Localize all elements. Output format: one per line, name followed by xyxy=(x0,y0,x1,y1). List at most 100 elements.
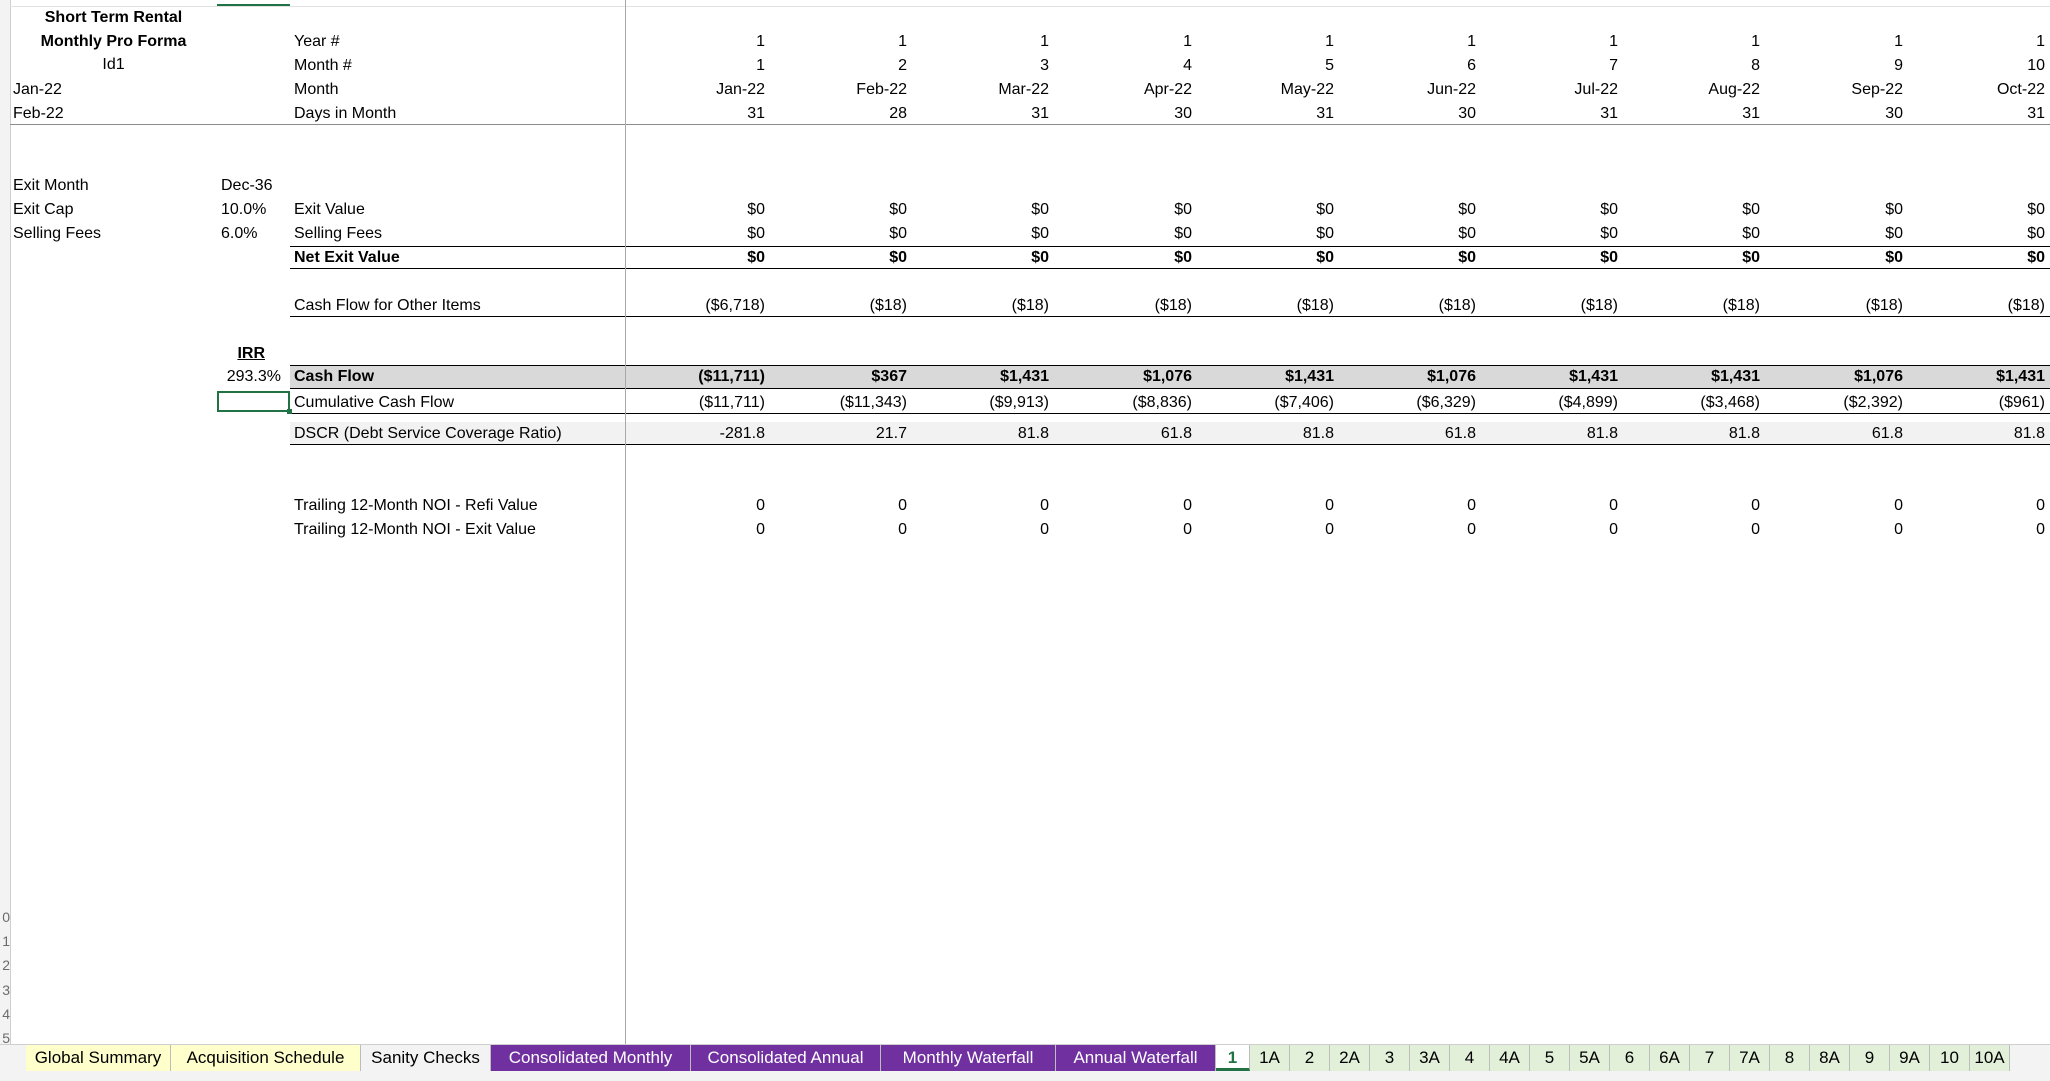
row-number[interactable] xyxy=(0,473,10,493)
row-number[interactable] xyxy=(0,859,10,879)
sheet-tab-9a[interactable]: 9A xyxy=(1890,1045,1930,1071)
row-number[interactable] xyxy=(0,208,10,228)
cell-t12-exit-month-9[interactable]: 0 xyxy=(1763,520,1903,540)
sheet-tab-2[interactable]: 2 xyxy=(1290,1045,1330,1071)
cell-selling-fees-month-1[interactable]: $0 xyxy=(625,224,765,244)
cell-t12-exit-month-5[interactable]: 0 xyxy=(1194,520,1334,540)
cell-cumulative-month-9[interactable]: ($2,392) xyxy=(1763,393,1903,413)
cell-t12-refi-month-4[interactable]: 0 xyxy=(1052,496,1192,516)
row-number[interactable] xyxy=(0,594,10,614)
cell-t12-exit-month-8[interactable]: 0 xyxy=(1620,520,1760,540)
row-number[interactable] xyxy=(0,401,10,421)
sheet-tab-annual-waterfall[interactable]: Annual Waterfall xyxy=(1056,1045,1216,1071)
cell-month-month-2[interactable]: Feb-22 xyxy=(767,80,907,100)
cell-month-num-month-9[interactable]: 9 xyxy=(1763,56,1903,76)
cell-selling-fees-month-8[interactable]: $0 xyxy=(1620,224,1760,244)
exit-cap-value[interactable]: 10.0% xyxy=(221,200,266,220)
cell-t12-exit-month-3[interactable]: 0 xyxy=(909,520,1049,540)
cell-cumulative-month-5[interactable]: ($7,406) xyxy=(1194,393,1334,413)
sheet-tab-8[interactable]: 8 xyxy=(1770,1045,1810,1071)
irr-value[interactable]: 293.3% xyxy=(217,367,290,387)
row-number[interactable] xyxy=(0,281,10,301)
cell-net-exit-month-2[interactable]: $0 xyxy=(767,248,907,268)
sheet-tab-sanity-checks[interactable]: Sanity Checks xyxy=(361,1045,491,1071)
cell-month-month-9[interactable]: Sep-22 xyxy=(1763,80,1903,100)
cell-cash-flow-month-1[interactable]: ($11,711) xyxy=(625,367,765,387)
row-number[interactable] xyxy=(0,618,10,638)
sheet-tab-6a[interactable]: 6A xyxy=(1650,1045,1690,1071)
row-number[interactable] xyxy=(0,811,10,831)
row-number[interactable] xyxy=(0,642,10,662)
row-number[interactable] xyxy=(0,184,10,204)
row-number[interactable] xyxy=(0,690,10,710)
cell-year-month-9[interactable]: 1 xyxy=(1763,32,1903,52)
row-number[interactable] xyxy=(0,377,10,397)
row-number[interactable]: 2 xyxy=(0,955,10,975)
cell-month-month-5[interactable]: May-22 xyxy=(1194,80,1334,100)
cell-t12-refi-month-9[interactable]: 0 xyxy=(1763,496,1903,516)
cell-exit-value-month-2[interactable]: $0 xyxy=(767,200,907,220)
cell-year-month-1[interactable]: 1 xyxy=(625,32,765,52)
sheet-tab-8a[interactable]: 8A xyxy=(1810,1045,1850,1071)
cell-cf-other-month-1[interactable]: ($6,718) xyxy=(625,296,765,316)
cell-t12-exit-month-7[interactable]: 0 xyxy=(1478,520,1618,540)
cell-month-month-1[interactable]: Jan-22 xyxy=(625,80,765,100)
sheet-tab-3[interactable]: 3 xyxy=(1370,1045,1410,1071)
cell-month-month-10[interactable]: Oct-22 xyxy=(1905,80,2045,100)
cell-days-month-8[interactable]: 31 xyxy=(1620,104,1760,124)
cell-net-exit-month-7[interactable]: $0 xyxy=(1478,248,1618,268)
cell-cf-other-month-6[interactable]: ($18) xyxy=(1336,296,1476,316)
cell-t12-exit-month-4[interactable]: 0 xyxy=(1052,520,1192,540)
cell-net-exit-month-9[interactable]: $0 xyxy=(1763,248,1903,268)
cell-net-exit-month-8[interactable]: $0 xyxy=(1620,248,1760,268)
sheet-tab-1[interactable]: 1 xyxy=(1216,1045,1250,1071)
row-number[interactable] xyxy=(0,353,10,373)
sheet-tab-10a[interactable]: 10A xyxy=(1970,1045,2010,1071)
sheet-tab-monthly-waterfall[interactable]: Monthly Waterfall xyxy=(881,1045,1056,1071)
cell-net-exit-month-5[interactable]: $0 xyxy=(1194,248,1334,268)
cell-exit-value-month-1[interactable]: $0 xyxy=(625,200,765,220)
cell-days-month-2[interactable]: 28 xyxy=(767,104,907,124)
cell-t12-exit-month-6[interactable]: 0 xyxy=(1336,520,1476,540)
cell-exit-value-month-10[interactable]: $0 xyxy=(1905,200,2045,220)
cell-exit-value-month-4[interactable]: $0 xyxy=(1052,200,1192,220)
cell-t12-refi-month-7[interactable]: 0 xyxy=(1478,496,1618,516)
cell-year-month-7[interactable]: 1 xyxy=(1478,32,1618,52)
cell-year-month-4[interactable]: 1 xyxy=(1052,32,1192,52)
row-number[interactable] xyxy=(0,498,10,518)
sheet-tab-consolidated-annual[interactable]: Consolidated Annual xyxy=(691,1045,881,1071)
cell-year-month-8[interactable]: 1 xyxy=(1620,32,1760,52)
cell-cash-flow-month-9[interactable]: $1,076 xyxy=(1763,367,1903,387)
row-number[interactable] xyxy=(0,329,10,349)
sheet-tab-7a[interactable]: 7A xyxy=(1730,1045,1770,1071)
cell-days-month-7[interactable]: 31 xyxy=(1478,104,1618,124)
sheet-tab-1a[interactable]: 1A xyxy=(1250,1045,1290,1071)
cell-t12-exit-month-2[interactable]: 0 xyxy=(767,520,907,540)
row-number[interactable] xyxy=(0,835,10,855)
cell-cash-flow-month-10[interactable]: $1,431 xyxy=(1905,367,2045,387)
row-number[interactable]: 1 xyxy=(0,931,10,951)
cell-dscr-month-6[interactable]: 61.8 xyxy=(1336,424,1476,444)
cell-dscr-month-1[interactable]: -281.8 xyxy=(625,424,765,444)
cell-cf-other-month-10[interactable]: ($18) xyxy=(1905,296,2045,316)
cell-selling-fees-month-3[interactable]: $0 xyxy=(909,224,1049,244)
cell-dscr-month-4[interactable]: 61.8 xyxy=(1052,424,1192,444)
row-header[interactable]: 012345678 xyxy=(0,0,11,1044)
cell-cash-flow-month-5[interactable]: $1,431 xyxy=(1194,367,1334,387)
cell-selling-fees-month-7[interactable]: $0 xyxy=(1478,224,1618,244)
row-number[interactable] xyxy=(0,714,10,734)
cell-t12-refi-month-3[interactable]: 0 xyxy=(909,496,1049,516)
sheet-tab-9[interactable]: 9 xyxy=(1850,1045,1890,1071)
row-number[interactable]: 4 xyxy=(0,1004,10,1024)
sheet-tab-5[interactable]: 5 xyxy=(1530,1045,1570,1071)
cell-month-num-month-4[interactable]: 4 xyxy=(1052,56,1192,76)
cell-cash-flow-month-8[interactable]: $1,431 xyxy=(1620,367,1760,387)
cell-dscr-month-7[interactable]: 81.8 xyxy=(1478,424,1618,444)
row-number[interactable] xyxy=(0,232,10,252)
cell-month-num-month-6[interactable]: 6 xyxy=(1336,56,1476,76)
cell-month-num-month-5[interactable]: 5 xyxy=(1194,56,1334,76)
row-number[interactable] xyxy=(0,257,10,277)
cell-days-month-4[interactable]: 30 xyxy=(1052,104,1192,124)
cell-cash-flow-month-2[interactable]: $367 xyxy=(767,367,907,387)
cell-cf-other-month-9[interactable]: ($18) xyxy=(1763,296,1903,316)
